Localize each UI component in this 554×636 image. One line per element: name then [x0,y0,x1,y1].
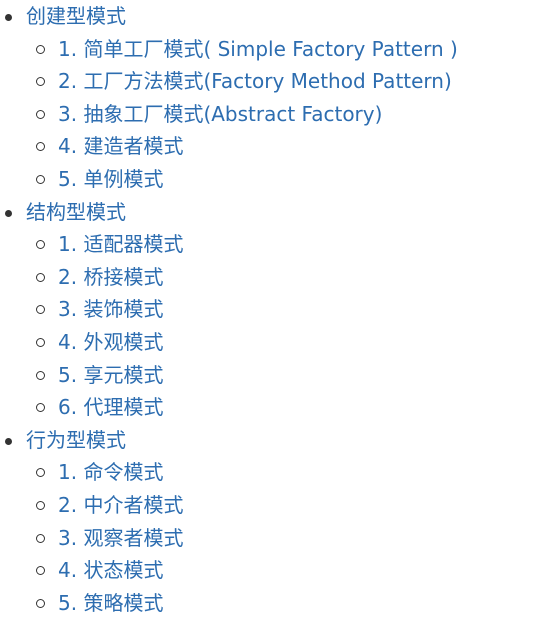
hollow-circle-bullet-icon [36,337,45,347]
category-link-creational[interactable]: 创建型模式 [26,2,126,30]
filled-disc-bullet-icon [5,14,12,21]
table-of-contents: 创建型模式 1. 简单工厂模式( Simple Factory Pattern … [0,0,554,636]
pattern-link[interactable]: 4. 状态模式 [58,556,163,584]
hollow-circle-bullet-icon [36,598,45,608]
pattern-link[interactable]: 1. 命令模式 [58,458,163,486]
hollow-circle-bullet-icon [36,566,45,576]
hollow-circle-bullet-icon [36,403,45,413]
hollow-circle-bullet-icon [36,109,45,119]
pattern-link[interactable]: 2. 中介者模式 [58,491,183,519]
filled-disc-bullet-icon [5,437,12,445]
hollow-circle-bullet-icon [36,272,45,282]
pattern-link[interactable]: 5. 享元模式 [58,361,163,389]
pattern-link[interactable]: 4. 建造者模式 [58,132,183,160]
hollow-circle-bullet-icon [36,142,45,152]
pattern-link[interactable]: 1. 适配器模式 [58,230,183,258]
hollow-circle-bullet-icon [36,533,45,543]
pattern-link[interactable]: 3. 观察者模式 [58,524,183,552]
hollow-circle-bullet-icon [36,174,45,184]
category-link-structural[interactable]: 结构型模式 [26,198,126,226]
pattern-link[interactable]: 5. 单例模式 [58,165,163,193]
category-link-behavioral[interactable]: 行为型模式 [26,426,126,454]
hollow-circle-bullet-icon [36,468,45,478]
hollow-circle-bullet-icon [36,240,45,250]
pattern-link[interactable]: 5. 策略模式 [58,589,163,617]
hollow-circle-bullet-icon [36,370,45,380]
hollow-circle-bullet-icon [36,500,45,510]
pattern-link[interactable]: 4. 外观模式 [58,328,163,356]
hollow-circle-bullet-icon [36,44,45,54]
hollow-circle-bullet-icon [36,77,45,87]
pattern-link[interactable]: 2. 桥接模式 [58,263,163,291]
pattern-link[interactable]: 3. 装饰模式 [58,295,163,323]
pattern-link[interactable]: 1. 简单工厂模式( Simple Factory Pattern ) [58,35,458,63]
hollow-circle-bullet-icon [36,305,45,315]
pattern-link[interactable]: 3. 抽象工厂模式(Abstract Factory) [58,100,382,128]
pattern-link[interactable]: 2. 工厂方法模式(Factory Method Pattern) [58,67,452,95]
pattern-link[interactable]: 6. 代理模式 [58,393,163,421]
filled-disc-bullet-icon [5,209,12,217]
